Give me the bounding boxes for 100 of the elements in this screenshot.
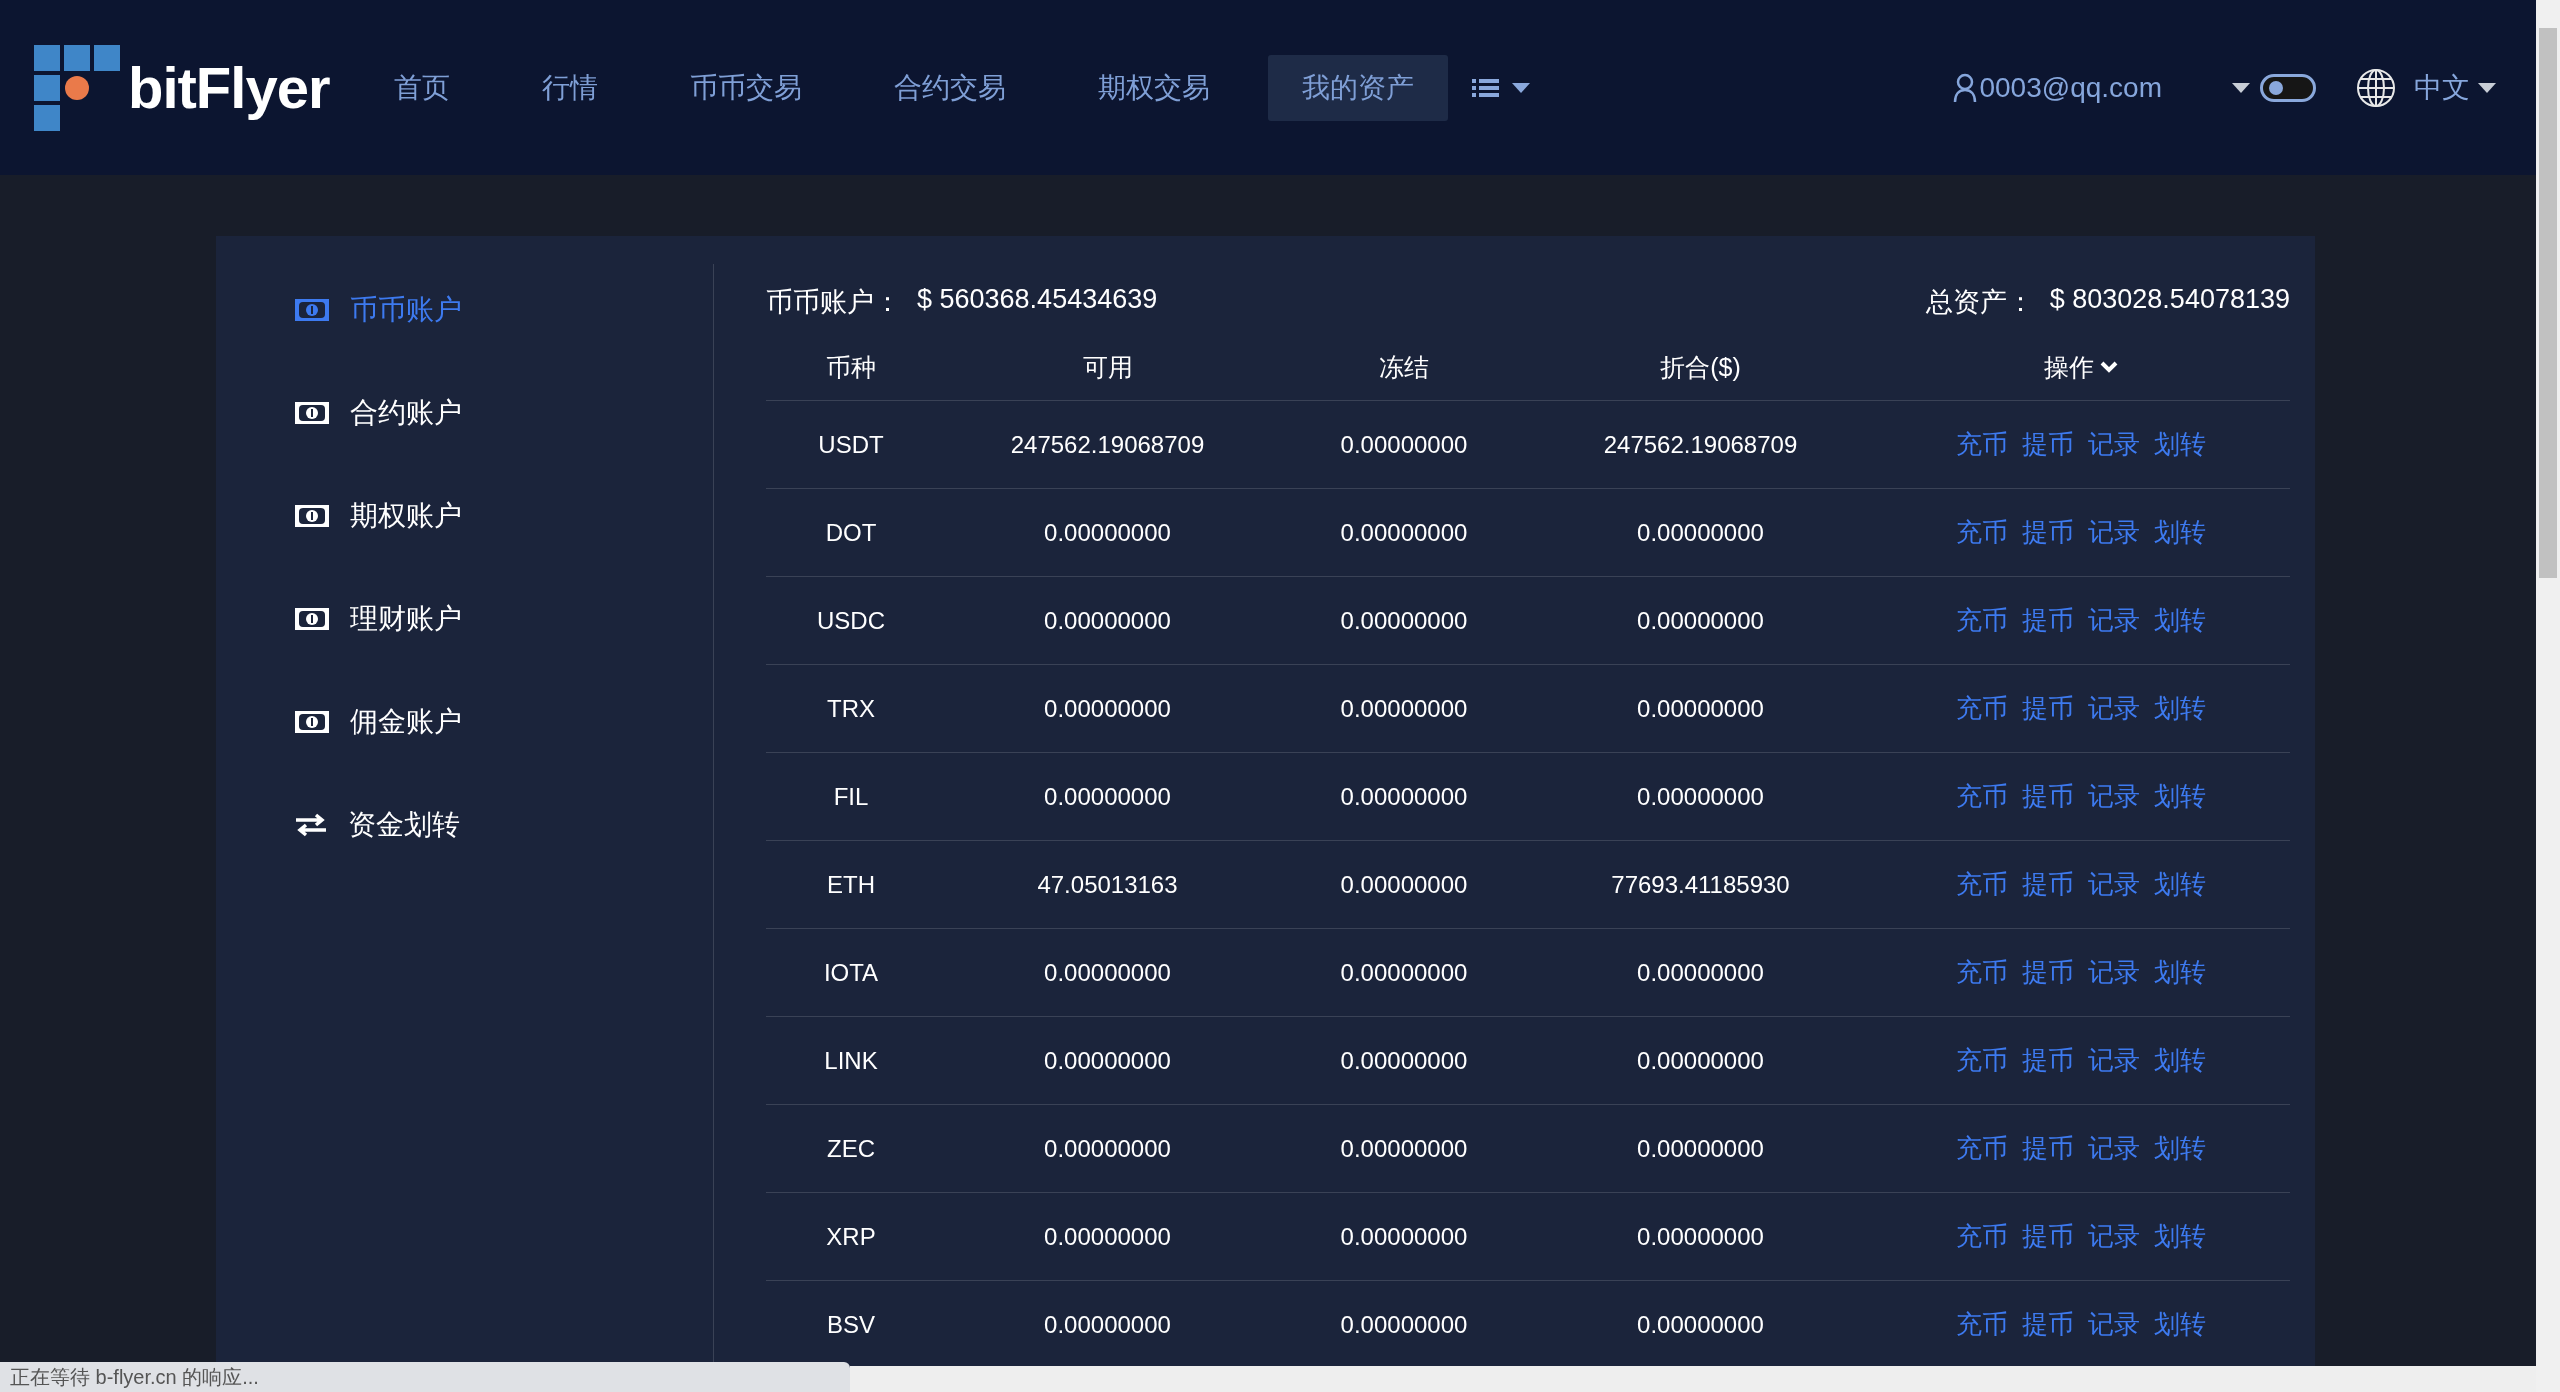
table-cell: 247562.19068709	[1529, 401, 1872, 489]
menu-list-icon[interactable]	[1471, 77, 1532, 98]
nav-link[interactable]: 币币交易	[655, 54, 836, 121]
table-cell: ETH	[766, 841, 936, 929]
action-link[interactable]: 记录	[2088, 427, 2140, 462]
column-header: 币种	[826, 351, 876, 383]
action-link[interactable]: 充币	[1956, 1131, 2008, 1166]
action-link[interactable]: 记录	[2088, 1131, 2140, 1166]
table-cell: 0.00000000	[936, 929, 1279, 1017]
action-link[interactable]: 划转	[2154, 1219, 2206, 1254]
banknote-icon	[294, 503, 330, 528]
table-cell: TRX	[766, 665, 936, 753]
table-cell: DOT	[766, 489, 936, 577]
table-cell: 0.00000000	[936, 1017, 1279, 1105]
action-link[interactable]: 划转	[2154, 691, 2206, 726]
action-link[interactable]: 划转	[2154, 1043, 2206, 1078]
action-link[interactable]: 提币	[2022, 1131, 2074, 1166]
action-link[interactable]: 记录	[2088, 1219, 2140, 1254]
sidebar-label: 币币账户	[350, 292, 462, 327]
action-link[interactable]: 划转	[2154, 779, 2206, 814]
action-link[interactable]: 划转	[2154, 1307, 2206, 1342]
action-link[interactable]: 划转	[2154, 867, 2206, 902]
account-value: $ 560368.45434639	[917, 284, 1158, 316]
table-cell: IOTA	[766, 929, 936, 1017]
action-link[interactable]: 记录	[2088, 867, 2140, 902]
language-selector[interactable]: 中文	[2414, 68, 2470, 107]
total-assets-label: 总资产：	[1925, 286, 2034, 319]
sidebar-label: 资金划转	[348, 807, 460, 842]
globe-icon[interactable]	[2356, 67, 2396, 108]
table-cell: 0.00000000	[1279, 1105, 1529, 1193]
column-header: 可用	[1082, 351, 1133, 383]
action-link[interactable]: 记录	[2088, 603, 2140, 638]
action-link[interactable]: 提币	[2022, 955, 2074, 990]
action-link[interactable]: 划转	[2154, 603, 2206, 638]
table-cell: ZEC	[766, 1105, 936, 1193]
user-account-link[interactable]: 0003@qq.com	[1953, 71, 2162, 104]
action-link[interactable]: 划转	[2154, 427, 2206, 462]
action-link[interactable]: 充币	[1956, 515, 2008, 550]
action-link[interactable]: 提币	[2022, 691, 2074, 726]
action-link[interactable]: 提币	[2022, 1043, 2074, 1078]
action-link[interactable]: 记录	[2088, 1043, 2140, 1078]
action-link[interactable]: 提币	[2022, 427, 2074, 462]
logo-icon	[34, 44, 120, 131]
action-link[interactable]: 充币	[1956, 955, 2008, 990]
theme-toggle[interactable]	[2260, 73, 2316, 102]
nav-link[interactable]: 合约交易	[859, 54, 1040, 121]
table-cell: 0.00000000	[1279, 753, 1529, 841]
action-link[interactable]: 充币	[1956, 1307, 2008, 1342]
action-link[interactable]: 划转	[2154, 1131, 2206, 1166]
sidebar-item[interactable]: 资金划转	[294, 803, 713, 846]
table-cell: 0.00000000	[1279, 1017, 1529, 1105]
table-cell: 77693.41185930	[1529, 841, 1872, 929]
action-link[interactable]: 划转	[2154, 515, 2206, 550]
action-link[interactable]: 记录	[2088, 779, 2140, 814]
nav-link[interactable]: 期权交易	[1063, 54, 1244, 121]
action-link[interactable]: 提币	[2022, 867, 2074, 902]
action-link[interactable]: 充币	[1956, 867, 2008, 902]
sidebar-label: 佣金账户	[350, 704, 462, 739]
table-cell: USDT	[766, 401, 936, 489]
action-link[interactable]: 记录	[2088, 515, 2140, 550]
table-cell: 0.00000000	[1529, 1017, 1872, 1105]
action-link[interactable]: 充币	[1956, 1219, 2008, 1254]
table-cell: 0.00000000	[1529, 929, 1872, 1017]
column-header: 折合($)	[1660, 351, 1741, 383]
action-link[interactable]: 提币	[2022, 779, 2074, 814]
nav-link[interactable]: 首页	[359, 54, 484, 121]
chevron-down-icon[interactable]	[2100, 361, 2118, 373]
sidebar-label: 合约账户	[350, 395, 462, 430]
action-link[interactable]: 记录	[2088, 1307, 2140, 1342]
table-cell: 0.00000000	[1279, 665, 1529, 753]
sidebar-item[interactable]: 佣金账户	[294, 700, 713, 743]
action-link[interactable]: 提币	[2022, 515, 2074, 550]
banknote-icon	[294, 709, 330, 734]
action-link[interactable]: 划转	[2154, 955, 2206, 990]
table-cell: 0.00000000	[1529, 1193, 1872, 1281]
action-link[interactable]: 充币	[1956, 1043, 2008, 1078]
action-link[interactable]: 提币	[2022, 1307, 2074, 1342]
nav-link[interactable]: 我的资产	[1267, 54, 1448, 121]
table-cell: 0.00000000	[1529, 1105, 1872, 1193]
table-cell: 0.00000000	[1279, 577, 1529, 665]
sidebar-item[interactable]: 期权账户	[294, 494, 713, 537]
nav-link[interactable]: 行情	[507, 54, 632, 121]
action-link[interactable]: 提币	[2022, 1219, 2074, 1254]
sidebar-item[interactable]: 合约账户	[294, 391, 713, 434]
action-link[interactable]: 记录	[2088, 955, 2140, 990]
table-cell: 0.00000000	[936, 1193, 1279, 1281]
table-cell: 0.00000000	[936, 1105, 1279, 1193]
action-link[interactable]: 充币	[1956, 779, 2008, 814]
action-link[interactable]: 充币	[1956, 691, 2008, 726]
action-link[interactable]: 充币	[1956, 427, 2008, 462]
sidebar-item[interactable]: 理财账户	[294, 597, 713, 640]
column-header: 操作	[2044, 351, 2094, 383]
sidebar-item[interactable]: 币币账户	[294, 288, 713, 331]
table-cell: 0.00000000	[1279, 489, 1529, 577]
action-link[interactable]: 记录	[2088, 691, 2140, 726]
action-link[interactable]: 充币	[1956, 603, 2008, 638]
banknote-icon	[294, 606, 330, 631]
sidebar-label: 理财账户	[350, 601, 462, 636]
user-icon	[1953, 72, 1978, 103]
action-link[interactable]: 提币	[2022, 603, 2074, 638]
